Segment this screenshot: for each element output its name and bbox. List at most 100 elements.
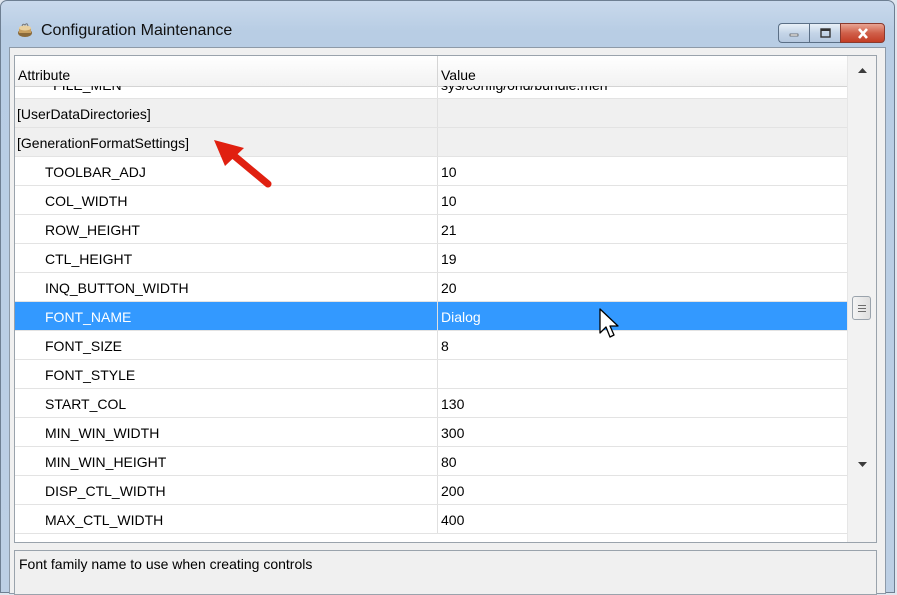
value-cell[interactable] (438, 128, 847, 156)
value-cell[interactable]: 21 (438, 215, 847, 243)
value-cell[interactable]: 10 (438, 157, 847, 185)
header-separator[interactable] (437, 56, 438, 86)
attribute-value: sys/config/ohd/bundle.men (441, 86, 608, 93)
value-cell[interactable] (438, 99, 847, 127)
attribute-name: INQ_BUTTON_WIDTH (45, 280, 189, 296)
maximize-icon (819, 28, 831, 38)
attribute-value: 20 (441, 280, 457, 296)
attribute-cell[interactable]: MAX_CTL_WIDTH (15, 505, 438, 533)
grid-row[interactable]: MIN_WIN_HEIGHT 80 (15, 447, 847, 476)
window-title: Configuration Maintenance (41, 22, 233, 39)
attribute-name: ~FILE_MEN (45, 86, 122, 93)
attribute-value: 8 (441, 338, 449, 354)
grid-row[interactable]: MIN_WIN_WIDTH 300 (15, 418, 847, 447)
grid-row[interactable]: INQ_BUTTON_WIDTH 20 (15, 273, 847, 302)
value-cell[interactable]: 80 (438, 447, 847, 475)
value-cell[interactable] (438, 360, 847, 388)
close-button[interactable] (840, 23, 885, 43)
value-cell[interactable]: 8 (438, 331, 847, 359)
grid-row[interactable]: START_COL 130 (15, 389, 847, 418)
description-text: Font family name to use when creating co… (19, 556, 313, 572)
attribute-cell[interactable]: [UserDataDirectories] (15, 99, 438, 127)
scroll-up-button[interactable] (848, 62, 876, 79)
grid-row[interactable]: [GenerationFormatSettings] (15, 128, 847, 157)
scroll-up-icon (858, 68, 867, 73)
header-value[interactable]: Value (441, 67, 476, 83)
attribute-value: 21 (441, 222, 457, 238)
maximize-button[interactable] (809, 23, 840, 43)
attribute-value: 400 (441, 512, 465, 528)
value-cell[interactable]: 400 (438, 505, 847, 533)
grid-row[interactable]: ~FILE_MEN sys/config/ohd/bundle.men (15, 86, 847, 99)
grid-row[interactable]: DISP_CTL_WIDTH 200 (15, 476, 847, 505)
value-cell[interactable]: 19 (438, 244, 847, 272)
attribute-cell[interactable]: FONT_NAME (15, 302, 438, 330)
attribute-cell[interactable]: ROW_HEIGHT (15, 215, 438, 243)
attribute-name: FONT_SIZE (45, 338, 123, 354)
attribute-name: START_COL (45, 396, 127, 412)
app-icon (18, 23, 32, 37)
value-cell[interactable]: Dialog (438, 302, 847, 330)
grid-row[interactable]: FONT_STYLE (15, 360, 847, 389)
red-arrow-icon (214, 140, 272, 188)
vertical-scrollbar[interactable] (847, 56, 876, 542)
attribute-value: 300 (441, 425, 465, 441)
minimize-button[interactable] (778, 23, 809, 43)
attribute-value: 10 (441, 164, 457, 180)
minimize-icon (789, 33, 799, 37)
description-panel: Font family name to use when creating co… (14, 550, 877, 595)
attribute-name: FONT_STYLE (45, 367, 136, 383)
scroll-thumb[interactable] (852, 296, 871, 320)
attribute-cell[interactable]: DISP_CTL_WIDTH (15, 476, 438, 504)
grid-rows-content: ~FILE_MEN sys/config/ohd/bundle.men [UserD… (15, 86, 847, 534)
attribute-cell[interactable]: MIN_WIN_HEIGHT (15, 447, 438, 475)
attribute-cell[interactable]: CTL_HEIGHT (15, 244, 438, 272)
grid-row[interactable]: CTL_HEIGHT 19 (15, 244, 847, 273)
attribute-cell[interactable]: MIN_WIN_WIDTH (15, 418, 438, 446)
attribute-value: 10 (441, 193, 457, 209)
attribute-name: MIN_WIN_HEIGHT (45, 454, 167, 470)
property-grid: Attribute Value ~FILE_MEN sys/config/ohd/… (14, 55, 877, 543)
scroll-down-icon (858, 462, 867, 467)
grid-row[interactable]: COL_WIDTH 10 (15, 186, 847, 215)
grid-row[interactable]: [UserDataDirectories] (15, 99, 847, 128)
grid-row[interactable]: TOOLBAR_ADJ 10 (15, 157, 847, 186)
attribute-name: [GenerationFormatSettings] (17, 135, 189, 151)
close-icon (857, 27, 868, 39)
attribute-name: CTL_HEIGHT (45, 251, 133, 267)
attribute-cell[interactable]: FONT_SIZE (15, 331, 438, 359)
attribute-cell[interactable]: START_COL (15, 389, 438, 417)
attribute-name: TOOLBAR_ADJ (45, 164, 146, 180)
attribute-name: MIN_WIN_WIDTH (45, 425, 160, 441)
grid-header: Attribute Value (15, 56, 847, 87)
grid-row[interactable]: ROW_HEIGHT 21 (15, 215, 847, 244)
attribute-cell[interactable]: ~FILE_MEN (15, 86, 438, 98)
attribute-value: 80 (441, 454, 457, 470)
grid-rows: ~FILE_MEN sys/config/ohd/bundle.men [UserD… (15, 86, 847, 542)
mouse-cursor-icon (599, 308, 619, 338)
window-controls (778, 23, 885, 43)
value-cell[interactable]: 10 (438, 186, 847, 214)
attribute-value: Dialog (441, 309, 481, 325)
attribute-value: 200 (441, 483, 465, 499)
attribute-name: FONT_NAME (45, 309, 132, 325)
attribute-name: MAX_CTL_WIDTH (45, 512, 164, 528)
value-cell[interactable]: 20 (438, 273, 847, 301)
value-cell[interactable]: 300 (438, 418, 847, 446)
grid-row[interactable]: FONT_NAME Dialog (15, 302, 847, 331)
header-attribute[interactable]: Attribute (18, 67, 70, 83)
value-cell[interactable]: 130 (438, 389, 847, 417)
scroll-down-button[interactable] (848, 456, 876, 473)
grid-row[interactable]: MAX_CTL_WIDTH 400 (15, 505, 847, 534)
attribute-cell[interactable]: FONT_STYLE (15, 360, 438, 388)
attribute-cell[interactable]: INQ_BUTTON_WIDTH (15, 273, 438, 301)
attribute-name: [UserDataDirectories] (17, 106, 151, 122)
value-cell[interactable]: sys/config/ohd/bundle.men (438, 86, 847, 98)
grid-row[interactable]: FONT_SIZE 8 (15, 331, 847, 360)
attribute-name: COL_WIDTH (45, 193, 128, 209)
value-cell[interactable]: 200 (438, 476, 847, 504)
attribute-value: 19 (441, 251, 457, 267)
attribute-name: ROW_HEIGHT (45, 222, 140, 238)
attribute-value: 130 (441, 396, 465, 412)
title-bar[interactable]: Configuration Maintenance (1, 1, 894, 47)
